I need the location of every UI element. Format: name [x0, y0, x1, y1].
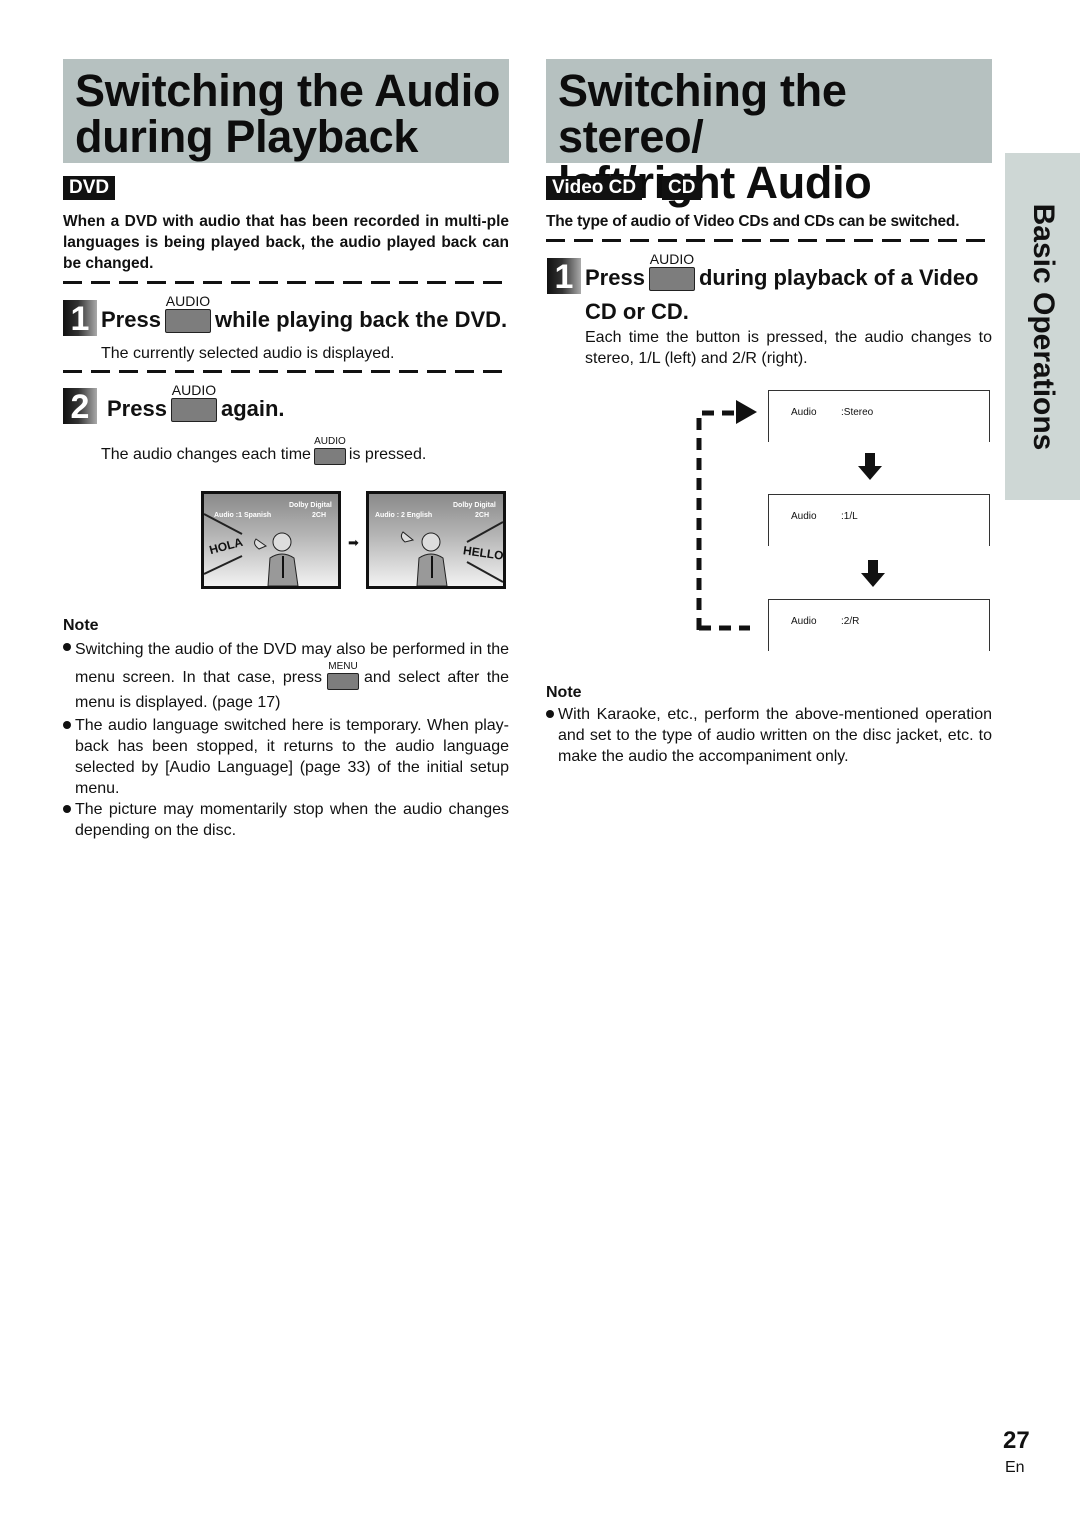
osd-value: :2/R — [841, 616, 860, 627]
audio-button-label: AUDIO — [314, 436, 346, 447]
menu-button-label: MENU — [328, 661, 358, 672]
tv-screen-english: Dolby Digital 2CH Audio : 2 English HELL… — [366, 491, 506, 589]
press-text: Press — [107, 396, 167, 421]
dashed-divider — [63, 281, 509, 284]
left-title-line2: during Playback — [75, 111, 419, 162]
menu-button-small: MENU — [326, 661, 359, 690]
audio-button-label: AUDIO — [171, 382, 217, 398]
dashed-divider — [63, 370, 509, 373]
arrow-down-icon — [861, 560, 885, 587]
step2-rest-text: again. — [220, 396, 285, 421]
note-item: The picture may momentarily stop when th… — [63, 799, 509, 841]
audio-button: AUDIO — [648, 251, 695, 291]
left-step2-desc: The audio changes each time AUDIO is press… — [101, 437, 426, 465]
left-step2-instruction: Press AUDIO again. — [107, 383, 285, 422]
osd-display-stereo: Audio :Stereo — [768, 390, 990, 442]
step1-rest-text: during playback of a Video — [698, 265, 979, 290]
step-number-2: 2 — [63, 388, 97, 426]
audio-button-small: AUDIO — [313, 436, 346, 465]
side-tab-label: Basic Operations — [1026, 203, 1060, 450]
osd-display-1l: Audio :1/L — [768, 494, 990, 546]
remote-button-icon — [170, 398, 217, 422]
right-note-list: With Karaoke, etc., perform the above-me… — [546, 704, 992, 767]
osd-key: Audio — [791, 407, 817, 418]
audio-button: AUDIO — [164, 293, 211, 333]
cd-badge: CD — [662, 176, 702, 200]
left-section-title: Switching the Audio during Playback — [63, 59, 509, 160]
remote-button-icon — [648, 267, 695, 291]
page-number: 27 — [1003, 1427, 1030, 1454]
note-item: With Karaoke, etc., perform the above-me… — [546, 704, 992, 767]
right-step1-instruction-line2: CD or CD. — [585, 299, 689, 324]
desc-text: is pressed. — [348, 446, 427, 463]
video-cd-badge: Video CD — [546, 176, 643, 200]
remote-button-icon — [326, 673, 359, 690]
note-item: The audio language switched here is temp… — [63, 715, 509, 799]
right-title-line1: Switching the stereo/ — [558, 65, 847, 162]
speaker-illustration — [400, 521, 503, 586]
step-number-1: 1 — [63, 300, 97, 338]
step-number-1: 1 — [547, 258, 581, 296]
left-lead-text: When a DVD with audio that has been reco… — [63, 213, 509, 272]
page-language: En — [1005, 1459, 1025, 1476]
desc-text: The audio changes each time — [101, 446, 311, 463]
audio-button-label: AUDIO — [649, 251, 695, 267]
osd-value: :Stereo — [841, 407, 874, 418]
dvd-badge: DVD — [63, 176, 116, 200]
osd-display-2r: Audio :2/R — [768, 599, 990, 651]
section-side-tab: Basic Operations — [1005, 153, 1080, 500]
remote-button-icon — [313, 448, 346, 465]
left-title-box: Switching the Audio during Playback — [63, 59, 509, 163]
right-step1-desc: Each time the button is pressed, the aud… — [585, 329, 992, 367]
left-note-title: Note — [63, 617, 99, 634]
tv-screen-spanish: Dolby Digital 2CH Audio :1 Spanish HOLA — [201, 491, 341, 589]
note-item: Switching the audio of the DVD may also … — [63, 637, 509, 715]
left-note-list: Switching the audio of the DVD may also … — [63, 637, 509, 841]
right-title-box: Switching the stereo/ left/right Audio — [546, 59, 992, 206]
press-text: Press — [585, 265, 645, 290]
left-step1-desc: The currently selected audio is displaye… — [101, 345, 395, 362]
left-title-line1: Switching the Audio — [75, 65, 501, 116]
arrow-down-icon — [858, 453, 882, 480]
dashed-divider — [546, 239, 992, 242]
arrow-right-icon: ➡ — [348, 535, 359, 550]
osd-key: Audio — [791, 616, 817, 627]
osd-value: :1/L — [841, 511, 858, 522]
left-step1-instruction: Press AUDIO while playing back the DVD. — [101, 294, 507, 333]
osd-key: Audio — [791, 511, 817, 522]
press-text: Press — [101, 307, 161, 332]
right-step1-instruction: Press AUDIO during playback of a Video — [585, 252, 979, 291]
step1-rest-text: while playing back the DVD. — [214, 307, 508, 332]
remote-button-icon — [164, 309, 211, 333]
right-lead-text: The type of audio of Video CDs and CDs c… — [546, 213, 960, 230]
right-note-title: Note — [546, 684, 582, 701]
audio-button-label: AUDIO — [165, 293, 211, 309]
audio-button: AUDIO — [170, 382, 217, 422]
arrow-right-icon — [736, 400, 757, 424]
cycle-loop-arrow — [696, 400, 757, 631]
